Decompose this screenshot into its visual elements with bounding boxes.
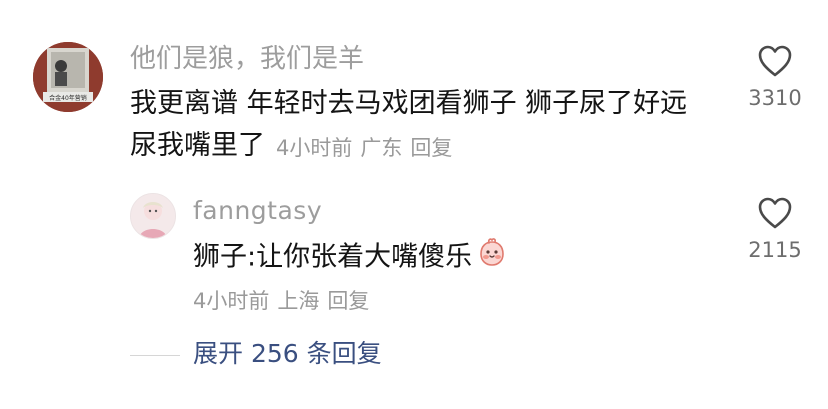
avatar[interactable]: 合金40年营销 [33,42,103,112]
reply-like-button[interactable]: 2115 [735,196,815,262]
comment-thread: 合金40年营销 他们是狼，我们是羊 我更离谱 年轻时去马戏团看狮子 狮子尿了好远… [0,0,828,409]
avatar-caption: 合金40年营销 [49,94,87,102]
comment-like-button[interactable]: 3310 [735,44,815,110]
reply-location: 上海 [277,289,320,313]
reply-username[interactable]: fanngtasy [193,196,322,226]
reply-time: 4小时前 [193,289,270,313]
reply-reply-button[interactable]: 回复 [327,289,369,313]
comment-meta: 4小时前 广东 回复 [276,135,460,161]
comment-reply-button[interactable]: 回复 [410,136,452,160]
comment-location: 广东 [360,136,403,160]
heart-icon [758,197,792,229]
smiling-cheeks-icon [475,236,509,280]
divider [130,355,180,356]
reply-meta: 4小时前 上海 回复 [193,288,377,314]
heart-icon [758,45,792,77]
reply-avatar[interactable] [130,193,176,239]
reply-like-count: 2115 [748,238,802,262]
expand-replies-button[interactable]: 展开 256 条回复 [193,337,382,371]
reply-body: 狮子:让你张着大嘴傻乐 [193,236,509,280]
reply-avatar-image [131,194,175,238]
avatar-image: 合金40年营销 [33,42,103,112]
comment-like-count: 3310 [748,86,802,110]
comment-username[interactable]: 他们是狼，我们是羊 [130,44,364,74]
comment-body-line-2: 尿我嘴里了 [130,130,265,161]
reply-body-text: 狮子:让你张着大嘴傻乐 [193,241,473,273]
comment-time: 4小时前 [276,136,353,160]
comment-body-line-1: 我更离谱 年轻时去马戏团看狮子 狮子尿了好远 [130,88,688,119]
